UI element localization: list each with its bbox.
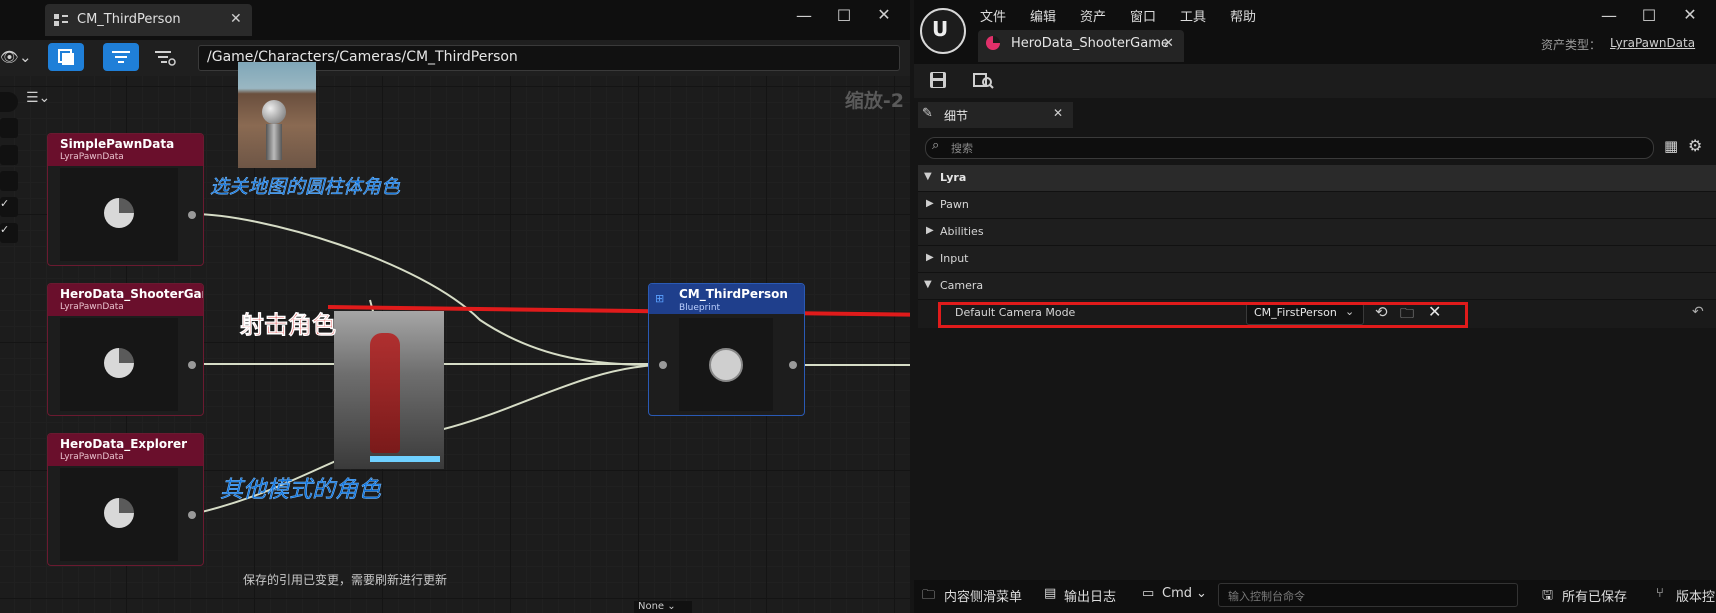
all-saved-label[interactable]: 所有已保存 (1562, 586, 1627, 605)
output-pin[interactable] (188, 511, 196, 519)
category-label: Lyra (940, 171, 967, 184)
chevron-right-icon: ▶ (926, 225, 934, 236)
details-tab-label: 细节 (944, 109, 969, 123)
data-asset-pie-icon (104, 198, 134, 228)
node-subtitle: LyraPawnData (60, 152, 124, 162)
menu-help[interactable]: 帮助 (1230, 6, 1256, 25)
chevron-down-icon[interactable]: ⌄ (1196, 586, 1207, 601)
terminal-icon: ▭ (1142, 586, 1155, 601)
node-subtitle: LyraPawnData (60, 452, 124, 462)
category-input[interactable] (918, 246, 1716, 273)
chevron-down-icon: ▼ (924, 279, 932, 290)
data-asset-pie-icon (104, 348, 134, 378)
reference-viewer-window: CM_ThirdPerson ✕ — ☐ ✕ 👁⌄ /Game/Characte… (0, 0, 910, 613)
blueprint-sphere-icon (709, 348, 743, 382)
console-placeholder: 输入控制台命令 (1228, 590, 1305, 603)
node-herodata-explorer[interactable]: HeroData_Explorer LyraPawnData (47, 433, 204, 566)
highlight-box (938, 302, 1468, 328)
content-drawer-button[interactable]: 内容侧滑菜单 (944, 586, 1022, 605)
editor-toolbar (914, 64, 1716, 98)
browse-icon[interactable] (972, 70, 994, 90)
input-pin[interactable] (659, 361, 667, 369)
node-subtitle: LyraPawnData (60, 302, 124, 312)
tab-close-icon[interactable]: ✕ (1163, 36, 1174, 51)
category-camera[interactable] (918, 273, 1716, 300)
node-subtitle: Blueprint (679, 303, 721, 313)
pencil-icon: ✎ (922, 106, 933, 121)
output-log-icon: ▤ (1044, 586, 1057, 601)
chevron-down-icon: ▼ (924, 171, 932, 182)
search-icon: ⌕ (932, 138, 940, 153)
menu-tools[interactable]: 工具 (1180, 6, 1206, 25)
sphere-icon (262, 100, 286, 124)
shooter-character-thumbnail (334, 311, 444, 469)
annotation-other-roles: 其他模式的角色 (220, 477, 382, 504)
menu-asset[interactable]: 资产 (1080, 6, 1106, 25)
node-cm-thirdperson[interactable]: ⊞ CM_ThirdPerson Blueprint (648, 283, 805, 416)
save-all-icon: 🖫 (1542, 588, 1554, 603)
content-drawer-icon: 🗀 (922, 588, 936, 603)
source-control-icon: ⑂ (1656, 586, 1664, 601)
asset-type-link[interactable]: LyraPawnData (1610, 36, 1695, 50)
editor-tab-title: HeroData_ShooterGame (1011, 36, 1169, 51)
asset-type-label: 资产类型： (1541, 38, 1602, 52)
category-lyra[interactable] (918, 165, 1716, 192)
search-placeholder: 搜索 (951, 142, 973, 155)
health-bar-icon (370, 456, 440, 462)
source-control-label[interactable]: 版本控 (1676, 586, 1715, 605)
details-empty-area (914, 330, 1716, 578)
chevron-right-icon: ▶ (926, 198, 934, 209)
annotation-shooter-role: 射击角色 (240, 311, 337, 340)
reset-to-default-icon[interactable]: ↶ (1692, 304, 1704, 320)
cylinder-character-thumbnail (238, 62, 316, 168)
tab-close-icon[interactable]: ✕ (1053, 106, 1063, 120)
unreal-logo-icon[interactable]: U (920, 8, 966, 54)
maximize-icon[interactable]: ☐ (1636, 6, 1662, 25)
blueprint-class-icon: ⊞ (655, 292, 665, 305)
node-title: SimplePawnData (60, 137, 175, 151)
annotation-cylinder-role: 选关地图的圆柱体角色 (210, 176, 401, 199)
data-asset-icon (986, 36, 1000, 50)
chevron-right-icon: ▶ (926, 252, 934, 263)
cylinder-icon (266, 124, 282, 160)
category-label: Input (940, 252, 969, 265)
save-icon[interactable] (928, 70, 948, 90)
output-pin[interactable] (188, 361, 196, 369)
category-label: Abilities (940, 225, 984, 238)
menu-file[interactable]: 文件 (980, 6, 1006, 25)
node-title: HeroData_Explorer (60, 437, 188, 451)
category-pawn[interactable] (918, 192, 1716, 219)
bottom-combo-value: None (638, 601, 665, 612)
bottom-combo[interactable]: None ⌄ (634, 601, 692, 613)
menu-edit[interactable]: 编辑 (1030, 6, 1056, 25)
node-simplepawndata[interactable]: SimplePawnData LyraPawnData (47, 133, 204, 266)
details-tab[interactable] (918, 102, 1073, 128)
red-character-icon (370, 333, 400, 453)
node-herodata-shootergame[interactable]: HeroData_ShooterGame LyraPawnData (47, 283, 204, 416)
cmd-selector[interactable]: Cmd (1162, 586, 1192, 601)
menu-window[interactable]: 窗口 (1130, 6, 1156, 25)
output-pin[interactable] (789, 361, 797, 369)
output-pin[interactable] (188, 211, 196, 219)
status-message: 保存的引用已变更，需要刷新进行更新 (243, 573, 448, 587)
output-log-button[interactable]: 输出日志 (1064, 586, 1116, 605)
node-title: CM_ThirdPerson (679, 287, 788, 301)
details-search-input[interactable] (925, 137, 1654, 159)
minimize-icon[interactable]: — (1596, 6, 1622, 25)
data-asset-pie-icon (104, 498, 134, 528)
category-label: Pawn (940, 198, 969, 211)
category-label: Camera (940, 279, 984, 292)
category-abilities[interactable] (918, 219, 1716, 246)
close-window-icon[interactable]: ✕ (1677, 5, 1703, 24)
table-view-icon[interactable]: ▦ (1664, 137, 1678, 155)
settings-gear-icon[interactable]: ⚙ (1688, 136, 1702, 155)
node-title: HeroData_ShooterGame (60, 287, 203, 301)
